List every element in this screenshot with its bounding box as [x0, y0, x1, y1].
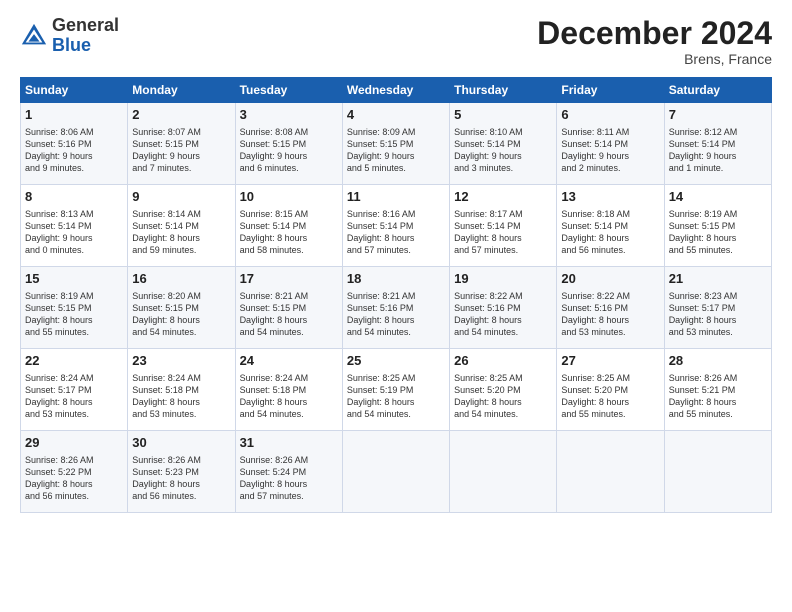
- day-cell: 6Sunrise: 8:11 AMSunset: 5:14 PMDaylight…: [557, 103, 664, 185]
- location: Brens, France: [537, 51, 772, 67]
- day-cell: 12Sunrise: 8:17 AMSunset: 5:14 PMDayligh…: [450, 185, 557, 267]
- day-cell: 29Sunrise: 8:26 AMSunset: 5:22 PMDayligh…: [21, 431, 128, 513]
- day-number: 7: [669, 106, 767, 124]
- day-number: 9: [132, 188, 230, 206]
- logo-general: General: [52, 15, 119, 35]
- day-number: 29: [25, 434, 123, 452]
- col-header-thursday: Thursday: [450, 78, 557, 103]
- day-number: 16: [132, 270, 230, 288]
- day-number: 31: [240, 434, 338, 452]
- day-cell: 21Sunrise: 8:23 AMSunset: 5:17 PMDayligh…: [664, 267, 771, 349]
- day-number: 8: [25, 188, 123, 206]
- day-number: 23: [132, 352, 230, 370]
- day-number: 18: [347, 270, 445, 288]
- col-header-friday: Friday: [557, 78, 664, 103]
- col-header-sunday: Sunday: [21, 78, 128, 103]
- day-cell: [342, 431, 449, 513]
- day-number: 22: [25, 352, 123, 370]
- day-number: 5: [454, 106, 552, 124]
- day-number: 17: [240, 270, 338, 288]
- col-header-tuesday: Tuesday: [235, 78, 342, 103]
- day-cell: 26Sunrise: 8:25 AMSunset: 5:20 PMDayligh…: [450, 349, 557, 431]
- logo-blue: Blue: [52, 35, 91, 55]
- day-cell: 15Sunrise: 8:19 AMSunset: 5:15 PMDayligh…: [21, 267, 128, 349]
- day-number: 3: [240, 106, 338, 124]
- day-number: 12: [454, 188, 552, 206]
- day-cell: 10Sunrise: 8:15 AMSunset: 5:14 PMDayligh…: [235, 185, 342, 267]
- day-cell: 31Sunrise: 8:26 AMSunset: 5:24 PMDayligh…: [235, 431, 342, 513]
- week-row-1: 1Sunrise: 8:06 AMSunset: 5:16 PMDaylight…: [21, 103, 772, 185]
- day-cell: 18Sunrise: 8:21 AMSunset: 5:16 PMDayligh…: [342, 267, 449, 349]
- day-cell: 24Sunrise: 8:24 AMSunset: 5:18 PMDayligh…: [235, 349, 342, 431]
- day-number: 24: [240, 352, 338, 370]
- day-cell: 25Sunrise: 8:25 AMSunset: 5:19 PMDayligh…: [342, 349, 449, 431]
- col-header-wednesday: Wednesday: [342, 78, 449, 103]
- day-cell: [557, 431, 664, 513]
- day-number: 13: [561, 188, 659, 206]
- week-row-5: 29Sunrise: 8:26 AMSunset: 5:22 PMDayligh…: [21, 431, 772, 513]
- day-cell: 27Sunrise: 8:25 AMSunset: 5:20 PMDayligh…: [557, 349, 664, 431]
- day-cell: 7Sunrise: 8:12 AMSunset: 5:14 PMDaylight…: [664, 103, 771, 185]
- day-cell: 16Sunrise: 8:20 AMSunset: 5:15 PMDayligh…: [128, 267, 235, 349]
- day-number: 10: [240, 188, 338, 206]
- day-number: 14: [669, 188, 767, 206]
- day-cell: [664, 431, 771, 513]
- day-number: 28: [669, 352, 767, 370]
- day-cell: 13Sunrise: 8:18 AMSunset: 5:14 PMDayligh…: [557, 185, 664, 267]
- title-block: December 2024 Brens, France: [537, 16, 772, 67]
- day-number: 26: [454, 352, 552, 370]
- day-number: 20: [561, 270, 659, 288]
- day-cell: 1Sunrise: 8:06 AMSunset: 5:16 PMDaylight…: [21, 103, 128, 185]
- day-number: 4: [347, 106, 445, 124]
- day-cell: 23Sunrise: 8:24 AMSunset: 5:18 PMDayligh…: [128, 349, 235, 431]
- col-header-monday: Monday: [128, 78, 235, 103]
- day-cell: [450, 431, 557, 513]
- week-row-2: 8Sunrise: 8:13 AMSunset: 5:14 PMDaylight…: [21, 185, 772, 267]
- month-title: December 2024: [537, 16, 772, 51]
- header-row: SundayMondayTuesdayWednesdayThursdayFrid…: [21, 78, 772, 103]
- day-cell: 28Sunrise: 8:26 AMSunset: 5:21 PMDayligh…: [664, 349, 771, 431]
- day-cell: 30Sunrise: 8:26 AMSunset: 5:23 PMDayligh…: [128, 431, 235, 513]
- day-cell: 4Sunrise: 8:09 AMSunset: 5:15 PMDaylight…: [342, 103, 449, 185]
- day-cell: 9Sunrise: 8:14 AMSunset: 5:14 PMDaylight…: [128, 185, 235, 267]
- day-cell: 2Sunrise: 8:07 AMSunset: 5:15 PMDaylight…: [128, 103, 235, 185]
- day-number: 6: [561, 106, 659, 124]
- day-cell: 3Sunrise: 8:08 AMSunset: 5:15 PMDaylight…: [235, 103, 342, 185]
- day-number: 27: [561, 352, 659, 370]
- logo: General Blue: [20, 16, 119, 56]
- day-cell: 22Sunrise: 8:24 AMSunset: 5:17 PMDayligh…: [21, 349, 128, 431]
- day-number: 11: [347, 188, 445, 206]
- day-number: 1: [25, 106, 123, 124]
- day-number: 25: [347, 352, 445, 370]
- page: General Blue December 2024 Brens, France…: [0, 0, 792, 612]
- header: General Blue December 2024 Brens, France: [20, 16, 772, 67]
- week-row-4: 22Sunrise: 8:24 AMSunset: 5:17 PMDayligh…: [21, 349, 772, 431]
- day-cell: 8Sunrise: 8:13 AMSunset: 5:14 PMDaylight…: [21, 185, 128, 267]
- day-number: 15: [25, 270, 123, 288]
- week-row-3: 15Sunrise: 8:19 AMSunset: 5:15 PMDayligh…: [21, 267, 772, 349]
- logo-text: General Blue: [52, 16, 119, 56]
- day-cell: 19Sunrise: 8:22 AMSunset: 5:16 PMDayligh…: [450, 267, 557, 349]
- logo-icon: [20, 22, 48, 50]
- day-number: 2: [132, 106, 230, 124]
- day-number: 19: [454, 270, 552, 288]
- col-header-saturday: Saturday: [664, 78, 771, 103]
- day-cell: 17Sunrise: 8:21 AMSunset: 5:15 PMDayligh…: [235, 267, 342, 349]
- day-number: 21: [669, 270, 767, 288]
- calendar-table: SundayMondayTuesdayWednesdayThursdayFrid…: [20, 77, 772, 513]
- day-cell: 14Sunrise: 8:19 AMSunset: 5:15 PMDayligh…: [664, 185, 771, 267]
- day-number: 30: [132, 434, 230, 452]
- day-cell: 11Sunrise: 8:16 AMSunset: 5:14 PMDayligh…: [342, 185, 449, 267]
- day-cell: 20Sunrise: 8:22 AMSunset: 5:16 PMDayligh…: [557, 267, 664, 349]
- day-cell: 5Sunrise: 8:10 AMSunset: 5:14 PMDaylight…: [450, 103, 557, 185]
